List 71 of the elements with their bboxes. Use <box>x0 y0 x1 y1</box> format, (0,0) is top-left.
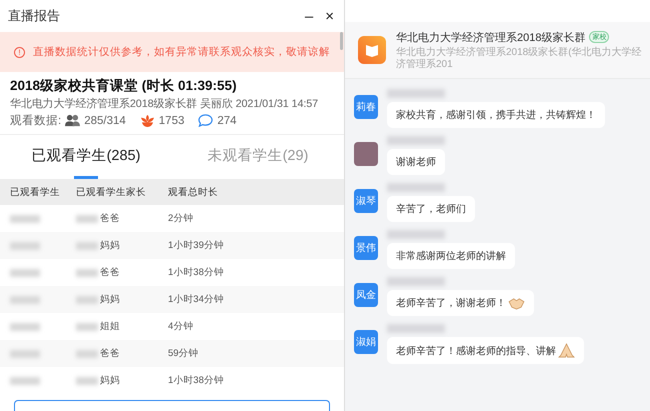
stats-label: 观看数据: <box>10 114 62 128</box>
blurred-name <box>76 214 98 222</box>
report-title: 2018级家校共育课堂 (时长 01:39:55) <box>10 77 238 95</box>
book-logo-icon <box>358 36 386 64</box>
message-text: 家校共育，感谢引领，携手共进，共铸辉煌！ <box>396 108 596 122</box>
table-cell: 妈妈 <box>100 374 120 387</box>
table-cell: 2分钟 <box>168 212 194 225</box>
blurred-sender-name <box>387 277 445 286</box>
group-subtitle: 华北电力大学经济管理系2018级家长群(华北电力大学经济管理系201 <box>396 46 642 70</box>
chat-bubble-icon <box>198 114 214 127</box>
blurred-name <box>10 376 40 384</box>
handshake-icon <box>508 296 525 310</box>
scrollbar[interactable] <box>340 32 343 50</box>
blurred-name <box>76 376 98 384</box>
blurred-name <box>10 350 40 358</box>
message-text: 非常感谢两位老师的讲解 <box>396 250 506 263</box>
table-cell: 1小时38分钟 <box>168 266 224 279</box>
info-icon: ! <box>14 46 25 58</box>
blurred-name <box>10 242 40 250</box>
viewer-count: 285/314 <box>84 114 126 126</box>
table-cell: 1小时34分钟 <box>168 293 224 306</box>
blurred-sender-name <box>387 230 445 239</box>
comment-count: 274 <box>217 114 237 126</box>
blurred-name <box>76 296 98 304</box>
table-cell: 1小时38分钟 <box>168 374 224 387</box>
avatar[interactable]: 莉春 <box>354 95 378 119</box>
blurred-name <box>76 242 98 250</box>
blurred-name <box>10 296 40 304</box>
message-text: 谢谢老师 <box>396 156 436 169</box>
blurred-sender-name <box>387 89 445 98</box>
blurred-name <box>10 268 40 276</box>
avatar[interactable]: 淑娟 <box>354 330 378 354</box>
table-cell: 妈妈 <box>100 239 120 252</box>
notice-text: 直播数据统计仅供参考，如有异常请联系观众核实，敬请谅解 <box>33 45 330 59</box>
message-text: 老师辛苦了！感谢老师的指导、讲解 <box>396 344 556 358</box>
blurred-name <box>76 268 98 276</box>
tab[interactable]: 已观看学生(285) <box>0 135 172 179</box>
blurred-name <box>10 322 40 330</box>
message-text: 老师辛苦了，谢谢老师！ <box>396 296 506 310</box>
table-cell: 姐姐 <box>100 320 120 333</box>
window-title: 直播报告 <box>8 7 60 25</box>
table-cell: 爸爸 <box>100 347 120 360</box>
table-cell: 妈妈 <box>100 293 120 306</box>
tab[interactable]: 未观看学生(29) <box>172 135 344 179</box>
table-cell: 59分钟 <box>168 347 199 360</box>
avatar[interactable]: 淑琴 <box>354 189 378 213</box>
table-cell: 爸爸 <box>100 266 120 279</box>
group-name: 华北电力大学经济管理系2018级家长群 <box>396 30 586 44</box>
column-header: 观看总时长 <box>167 186 218 198</box>
action-button[interactable] <box>14 400 330 411</box>
minimize-button[interactable]: – <box>300 8 318 24</box>
blurred-name <box>10 214 40 222</box>
blurred-sender-name <box>387 136 445 145</box>
people-icon <box>65 114 80 127</box>
avatar[interactable]: 景伟 <box>354 236 378 260</box>
close-button[interactable]: × <box>321 8 338 24</box>
table-cell: 4分钟 <box>168 320 194 333</box>
flower-icon <box>140 114 155 127</box>
like-count: 1753 <box>158 114 184 126</box>
blurred-sender-name <box>387 183 445 192</box>
blurred-name <box>76 322 98 330</box>
avatar[interactable]: 凤金 <box>354 283 378 307</box>
message-text: 辛苦了，老师们 <box>396 202 466 216</box>
avatar-placeholder[interactable] <box>354 142 378 166</box>
blurred-name <box>76 350 98 358</box>
column-header: 已观看学生家长 <box>75 186 147 198</box>
column-header: 已观看学生 <box>9 186 61 198</box>
report-meta: 华北电力大学经济管理系2018级家长群 吴丽欣 2021/01/31 14:57 <box>10 97 320 111</box>
blurred-sender-name <box>387 324 445 333</box>
table-cell: 爸爸 <box>100 212 120 225</box>
table-cell: 1小时39分钟 <box>168 239 224 252</box>
